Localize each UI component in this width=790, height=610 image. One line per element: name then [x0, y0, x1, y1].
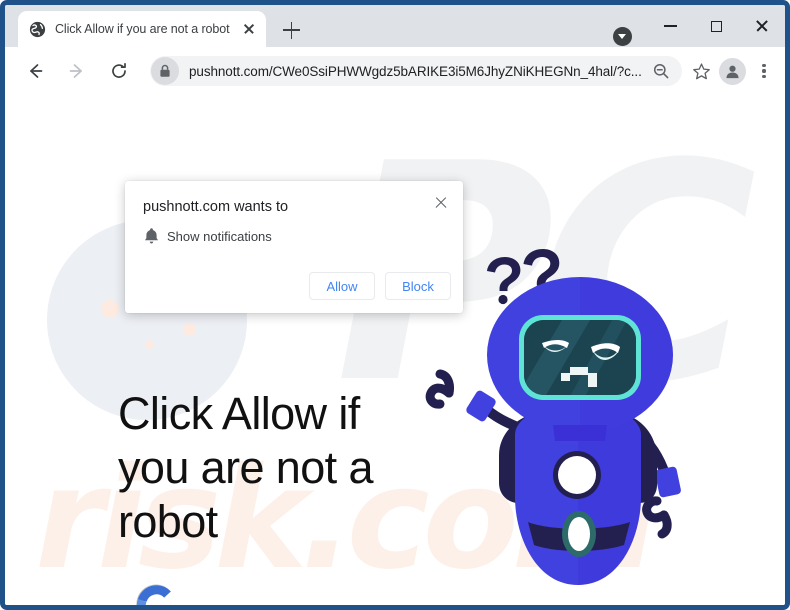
- robot-left-hand: [425, 369, 454, 409]
- new-tab-button[interactable]: [277, 18, 305, 42]
- address-bar[interactable]: pushnott.com/CWe0SsiPHWWgdz5bARIKE3i5M6J…: [150, 56, 682, 86]
- bell-icon: [143, 227, 160, 250]
- permission-dialog-title: pushnott.com wants to: [143, 199, 289, 215]
- tab-close-icon[interactable]: [240, 20, 258, 38]
- bookmark-star-icon[interactable]: [686, 56, 716, 86]
- c-logo-icon: [136, 584, 171, 605]
- browser-tab[interactable]: Click Allow if you are not a robot: [18, 11, 266, 47]
- close-window-button[interactable]: [739, 5, 785, 47]
- captcha-brand: E-CAPTCHA: [118, 582, 194, 605]
- permission-request-row: Show notifications: [143, 228, 272, 244]
- permission-dialog-actions: Allow Block: [309, 272, 451, 300]
- window-controls: [595, 5, 785, 47]
- lock-icon[interactable]: [151, 57, 179, 85]
- page-title: Click Allow if you are not a robot: [118, 388, 373, 548]
- allow-button[interactable]: Allow: [309, 272, 375, 300]
- tab-strip: Click Allow if you are not a robot: [5, 5, 785, 47]
- block-button[interactable]: Block: [385, 272, 451, 300]
- reload-button[interactable]: [102, 54, 136, 88]
- forward-button[interactable]: [60, 54, 94, 88]
- three-dot-menu-icon[interactable]: [749, 56, 779, 86]
- decorative-dot: [183, 323, 196, 336]
- globe-icon: [29, 21, 46, 38]
- robot-illustration: [425, 235, 735, 595]
- maximize-button[interactable]: [693, 5, 739, 47]
- back-button[interactable]: [18, 54, 52, 88]
- url-text: pushnott.com/CWe0SsiPHWWgdz5bARIKE3i5M6J…: [189, 63, 642, 79]
- notification-permission-dialog: pushnott.com wants to Show notifications…: [125, 181, 463, 313]
- close-icon[interactable]: [431, 193, 451, 213]
- permission-request-label: Show notifications: [167, 229, 272, 244]
- tab-title: Click Allow if you are not a robot: [55, 22, 230, 36]
- browser-toolbar: pushnott.com/CWe0SsiPHWWgdz5bARIKE3i5M6J…: [5, 47, 785, 95]
- decorative-dot: [101, 300, 119, 318]
- page-content: PC risk.com Click Allow if you are not a…: [5, 95, 785, 605]
- profile-avatar[interactable]: [719, 57, 746, 85]
- zoom-out-icon[interactable]: [646, 56, 676, 86]
- robot-right-hand: [642, 496, 672, 539]
- decorative-dot: [145, 340, 154, 349]
- minimize-button[interactable]: [647, 5, 693, 47]
- browser-window: Click Allow if you are not a robot pushn…: [0, 0, 790, 610]
